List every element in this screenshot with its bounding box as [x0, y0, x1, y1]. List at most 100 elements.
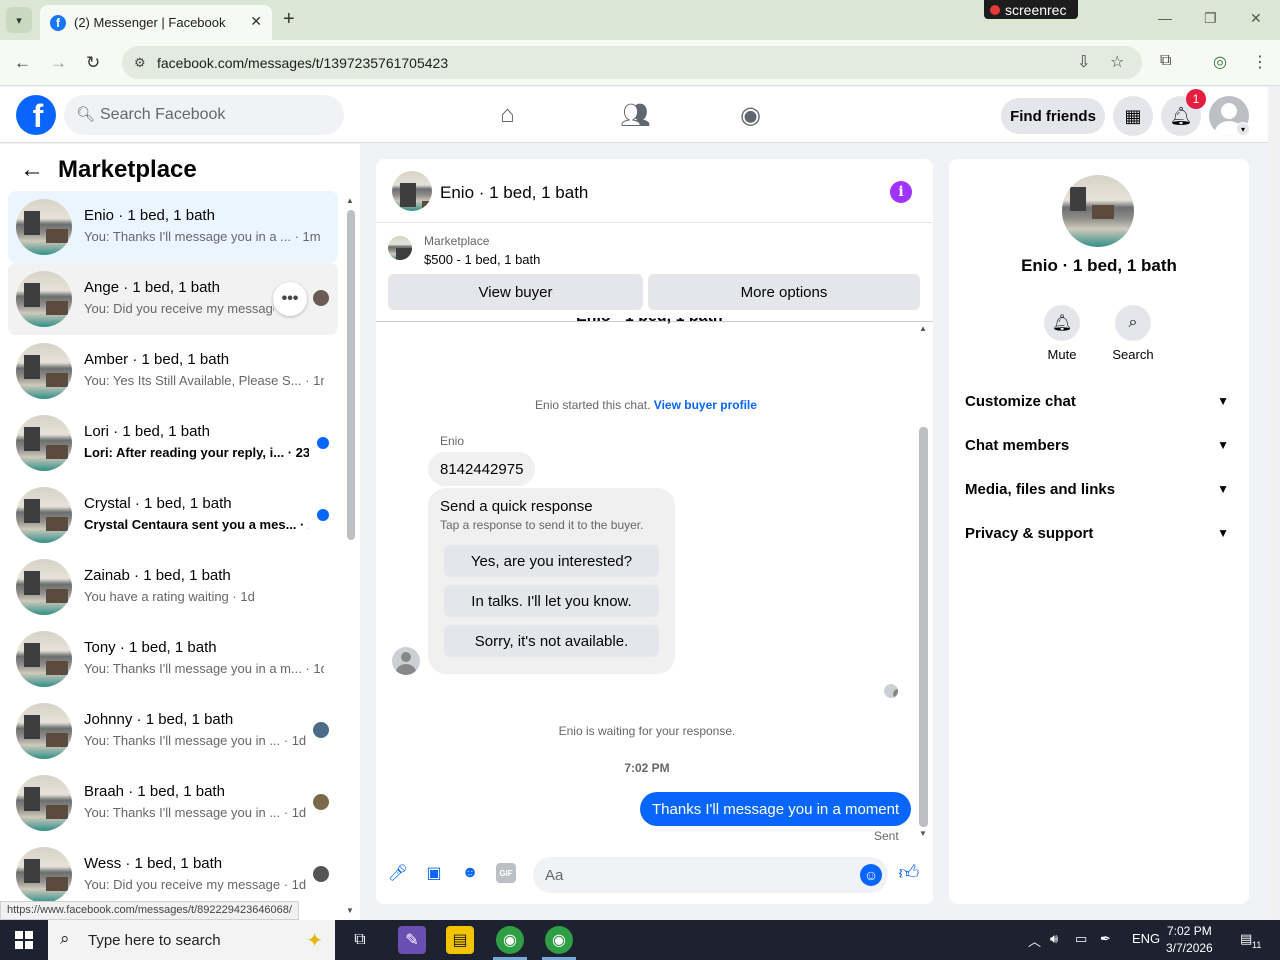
restore-button[interactable]: ❐ [1204, 10, 1217, 27]
details-avatar[interactable] [1062, 175, 1134, 247]
conversation-item[interactable]: Johnny · 1 bed, 1 bath You: Thanks I'll … [8, 695, 338, 767]
conversation-snippet: You: Thanks I'll message you in ... · 1d [84, 733, 307, 748]
emoji-icon[interactable]: ☺ [860, 864, 882, 886]
conversation-snippet: You: Thanks I'll message you in a m... ·… [84, 661, 324, 676]
sticker-icon[interactable]: ☻ [460, 863, 480, 883]
view-buyer-profile-link[interactable]: View buyer profile [654, 398, 757, 412]
conversation-item[interactable]: Lori · 1 bed, 1 bath Lori: After reading… [8, 407, 338, 479]
browser-menu-icon[interactable]: ⋮ [1252, 52, 1268, 72]
conversation-more-icon[interactable]: ••• [273, 282, 307, 316]
search-in-chat-button[interactable]: ⌕ Search [1103, 305, 1163, 362]
conversation-name: Lori · 1 bed, 1 bath [84, 423, 210, 440]
chat-title[interactable]: Enio · 1 bed, 1 bath [440, 183, 588, 203]
conversation-item[interactable]: Amber · 1 bed, 1 bath You: Yes Its Still… [8, 335, 338, 407]
unread-dot-icon [317, 437, 329, 449]
sidebar-scrollbar[interactable] [347, 210, 355, 540]
conversation-item[interactable]: Crystal · 1 bed, 1 bath Crystal Centaura… [8, 479, 338, 551]
started-text: Enio started this chat. [535, 398, 651, 412]
reload-button[interactable]: ↻ [86, 53, 100, 73]
conversation-item[interactable]: Braah · 1 bed, 1 bath You: Thanks I'll m… [8, 767, 338, 839]
incoming-message[interactable]: 8142442975 [428, 452, 536, 486]
browser-tab-active[interactable]: f (2) Messenger | Facebook ✕ [40, 5, 272, 40]
back-arrow-icon[interactable]: ← [20, 156, 44, 184]
bell-icon: 🔔︎ [1044, 305, 1080, 341]
conversation-name: Wess · 1 bed, 1 bath [84, 855, 223, 872]
minimize-button[interactable]: — [1158, 10, 1172, 26]
info-icon[interactable]: i [890, 181, 912, 203]
chat-header: Enio · 1 bed, 1 bath i [376, 159, 933, 223]
chat-scrollbar[interactable] [919, 427, 928, 827]
conversation-item[interactable]: Zainab · 1 bed, 1 bath You have a rating… [8, 551, 338, 623]
taskbar-search-input[interactable]: ⌕ Type here to search ✦ [48, 920, 335, 960]
action-center-icon[interactable]: ▤ [1240, 931, 1252, 947]
chevron-down-icon: ▼ [1217, 526, 1229, 540]
language-indicator[interactable]: ENG [1132, 931, 1160, 946]
volume-icon[interactable]: 🔊︎ [1050, 931, 1058, 947]
view-buyer-button[interactable]: View buyer [388, 274, 643, 310]
friends-icon[interactable]: 👥︎ [620, 101, 650, 130]
profile-icon[interactable]: ◎ [1213, 52, 1227, 72]
thumbs-up-icon[interactable]: 👍︎ [899, 862, 920, 884]
task-view-icon[interactable]: ⧉ [346, 926, 374, 954]
media-files-row[interactable]: Media, files and links ▼ [965, 469, 1233, 509]
quick-response-button[interactable]: Yes, are you interested? [444, 545, 659, 577]
listing-price[interactable]: $500 - 1 bed, 1 bath [424, 252, 540, 267]
conversation-item[interactable]: Enio · 1 bed, 1 bath You: Thanks I'll me… [8, 191, 338, 263]
install-app-icon[interactable]: ⇩ [1077, 52, 1090, 72]
quick-response-button[interactable]: In talks. I'll let you know. [444, 585, 659, 617]
address-bar[interactable]: ⚙ facebook.com/messages/t/13972357617054… [122, 46, 1142, 79]
account-chevron-icon[interactable]: ▾ [1236, 122, 1250, 136]
conversation-item[interactable]: Ange · 1 bed, 1 bath You: Did you receiv… [8, 263, 338, 335]
sender-avatar[interactable] [392, 647, 420, 675]
page-scrollbar[interactable] [1268, 87, 1280, 920]
bookmark-star-icon[interactable]: ☆ [1110, 52, 1124, 72]
conversation-item[interactable]: Tony · 1 bed, 1 bath You: Thanks I'll me… [8, 623, 338, 695]
back-button[interactable]: ← [14, 53, 31, 73]
scroll-up-icon[interactable]: ▲ [346, 196, 354, 205]
close-window-button[interactable]: ✕ [1250, 10, 1262, 27]
gif-icon[interactable]: GIF [496, 863, 516, 883]
tab-close-icon[interactable]: ✕ [250, 13, 262, 30]
network-icon[interactable]: ▭ [1075, 931, 1087, 947]
find-friends-button[interactable]: Find friends [1001, 98, 1105, 134]
tab-search-dropdown[interactable]: ▾ [6, 7, 32, 33]
chrome-profile-icon[interactable]: ◉ [545, 926, 573, 954]
more-options-button[interactable]: More options [648, 274, 920, 310]
taskbar-clock[interactable]: 7:02 PM 3/7/2026 [1166, 923, 1213, 957]
tray-expand-icon[interactable]: ︿ [1028, 931, 1041, 950]
chat-scroll-up-icon[interactable]: ▲ [919, 324, 927, 333]
groups-icon[interactable]: ◉ [740, 101, 761, 130]
conversation-name: Tony · 1 bed, 1 bath [84, 639, 217, 656]
pen-icon[interactable]: ✒ [1100, 931, 1111, 947]
new-tab-button[interactable]: + [283, 8, 295, 31]
unread-dot-icon [317, 509, 329, 521]
listing-thumbnail[interactable] [388, 236, 412, 260]
paint-app-icon[interactable]: ✎ [398, 926, 426, 954]
quick-response-button[interactable]: Sorry, it's not available. [444, 625, 659, 657]
photo-icon[interactable]: ▣ [424, 863, 444, 883]
chat-members-row[interactable]: Chat members ▼ [965, 425, 1233, 465]
search-placeholder: Search Facebook [100, 106, 226, 123]
windows-start-icon[interactable] [15, 931, 33, 949]
conversation-snippet: You: Did you receive my message [84, 301, 274, 316]
seen-avatar [313, 866, 329, 882]
scroll-down-icon[interactable]: ▼ [346, 906, 354, 915]
home-icon[interactable]: ⌂ [500, 101, 515, 129]
chat-avatar[interactable] [392, 171, 432, 211]
facebook-search-input[interactable]: 🔍︎ Search Facebook [64, 95, 344, 135]
microphone-icon[interactable]: 🎤︎ [388, 863, 408, 883]
sticky-notes-icon[interactable]: ▤ [446, 926, 474, 954]
row-label: Media, files and links [965, 480, 1116, 498]
privacy-support-row[interactable]: Privacy & support ▼ [965, 513, 1233, 553]
site-info-icon[interactable]: ⚙ [134, 55, 146, 71]
mute-button[interactable]: 🔔︎ Mute [1032, 305, 1092, 362]
extensions-icon[interactable]: ⧉ [1160, 52, 1171, 70]
chat-scroll-down-icon[interactable]: ▼ [919, 829, 927, 838]
chrome-icon[interactable]: ◉ [496, 926, 524, 954]
message-input[interactable]: Aa ☺ [533, 857, 888, 893]
menu-grid-icon[interactable]: ▦ [1113, 96, 1153, 136]
forward-button[interactable]: → [50, 53, 67, 73]
customize-chat-row[interactable]: Customize chat ▼ [965, 381, 1233, 421]
facebook-logo-icon[interactable]: f [16, 95, 56, 135]
outgoing-message[interactable]: Thanks I'll message you in a moment [640, 792, 912, 826]
